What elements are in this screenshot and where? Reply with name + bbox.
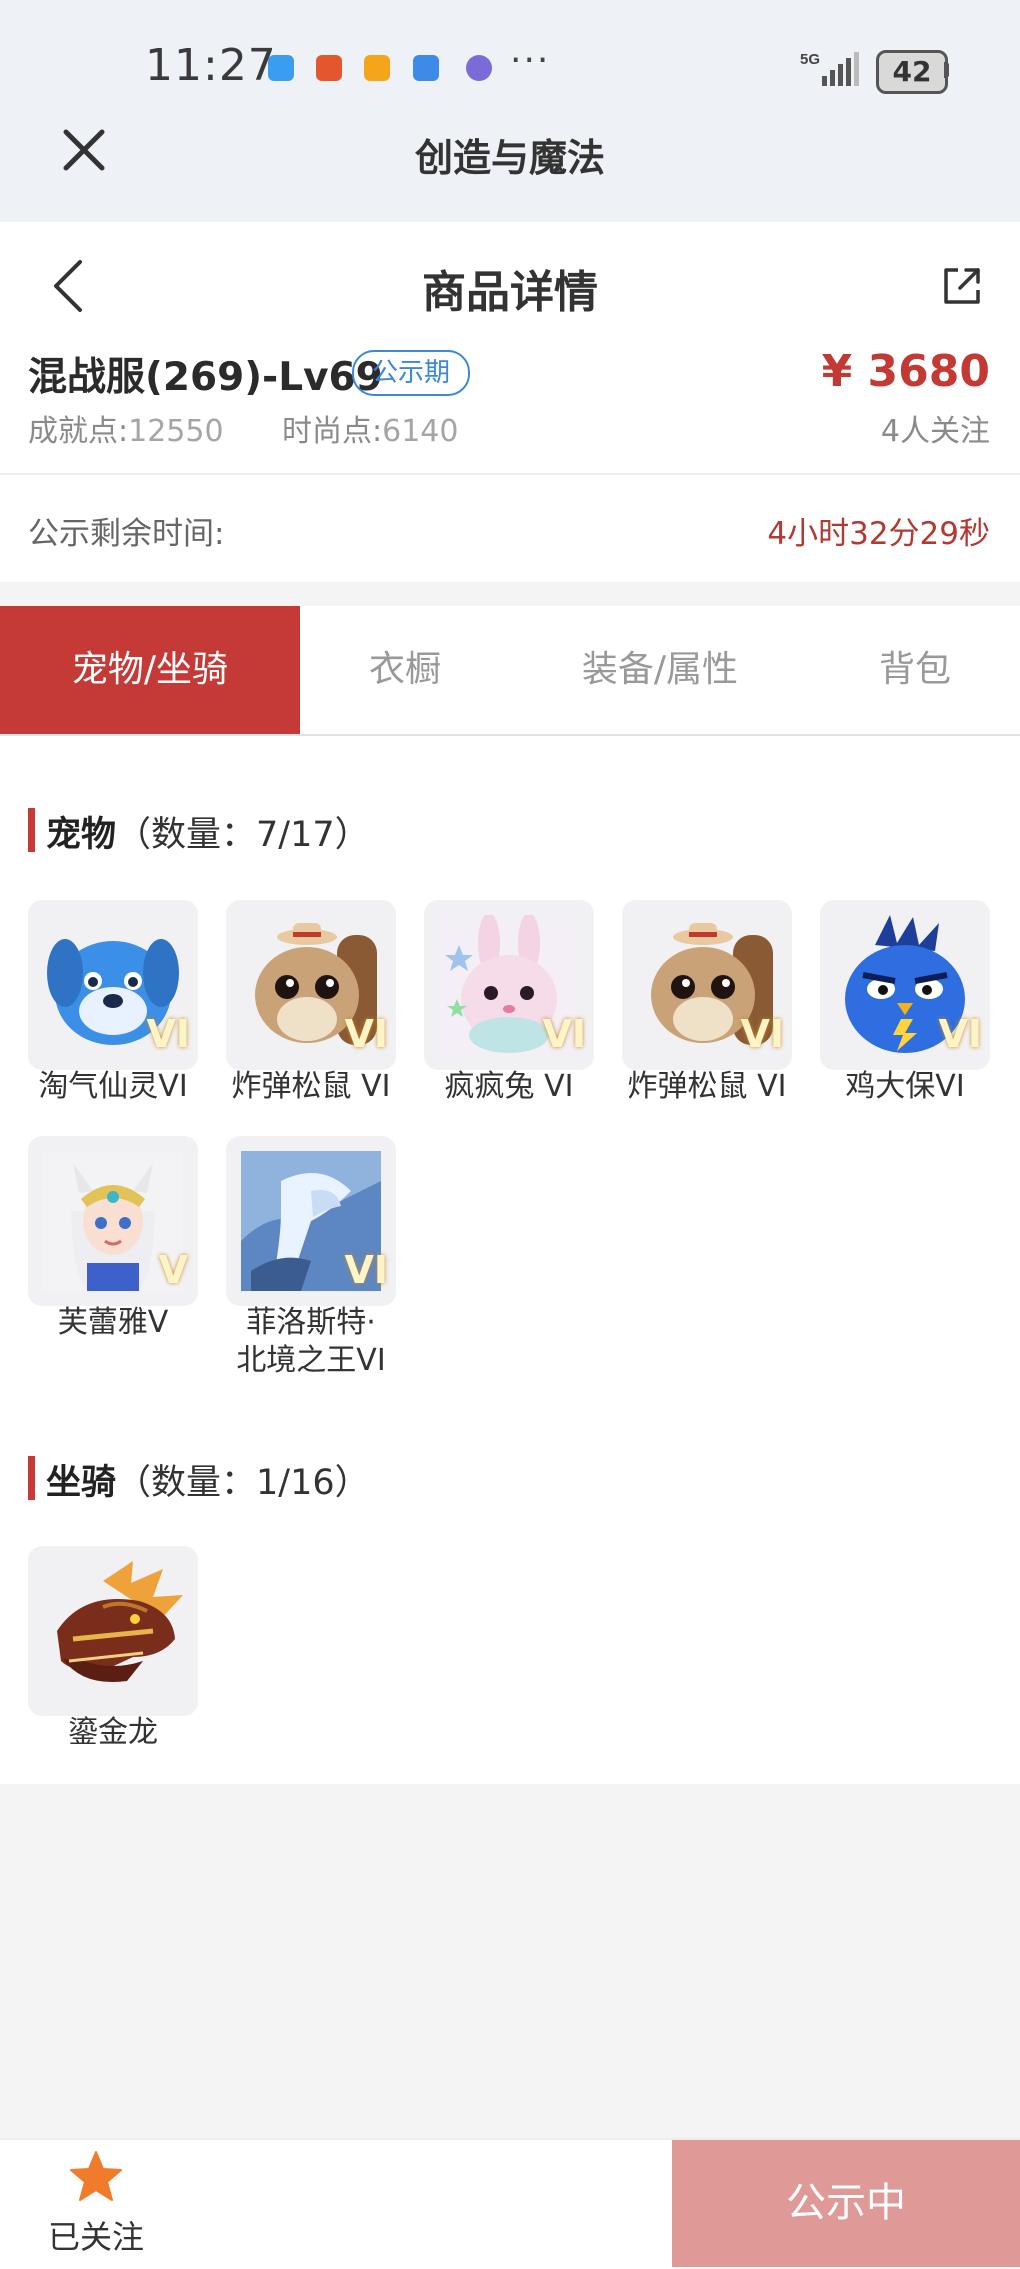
remaining-time-label: 公示剩余时间: <box>28 516 225 552</box>
share-icon[interactable] <box>940 264 984 308</box>
notification-app-icon <box>466 55 492 81</box>
pets-section-title: 宠物（数量：7/17） <box>46 806 370 857</box>
tab-bar: 宠物/坐骑 衣橱 装备/属性 背包 <box>0 606 1020 736</box>
mounts-count: （数量：1/16） <box>116 1463 370 1503</box>
status-badge: 公示期 <box>352 350 471 396</box>
tab-backpack[interactable]: 背包 <box>810 606 1020 734</box>
pets-count: （数量：7/17） <box>116 815 370 855</box>
achievement-points: 成就点:12550 <box>28 406 224 450</box>
rank-badge: VI <box>146 1012 190 1056</box>
rank-badge: VI <box>344 1012 388 1056</box>
pet-name: 菲洛斯特· 北境之王VI <box>236 1305 386 1378</box>
pet-name: 炸弹松鼠 VI <box>231 1069 391 1104</box>
signal-icon: 5G <box>800 51 859 86</box>
follow-label[interactable]: 已关注 <box>48 2212 144 2258</box>
pet-tile[interactable]: VI <box>424 900 594 1070</box>
section-marker <box>28 1456 35 1500</box>
notification-app-icon <box>413 55 439 81</box>
golden-dragon-mount-icon <box>57 1561 183 1683</box>
achievement-label: 成就点: <box>28 414 129 449</box>
item-title: 混战服(269)-Lv69 <box>28 355 383 400</box>
pet-name: 淘气仙灵VI <box>38 1069 188 1104</box>
pets-title: 宠物 <box>46 815 117 855</box>
fashion-label: 时尚点: <box>282 414 383 449</box>
section-marker <box>28 808 35 852</box>
fashion-points: 时尚点:6140 <box>282 406 458 450</box>
rank-badge: VI <box>740 1012 784 1056</box>
page-title: 商品详情 <box>422 267 598 318</box>
notification-app-icon <box>316 55 342 81</box>
publicity-status-button[interactable]: 公示中 <box>672 2140 1020 2267</box>
mount-name: 鎏金龙 <box>68 1715 158 1750</box>
mount-tile[interactable] <box>28 1546 198 1716</box>
battery-icon: 42 <box>876 50 948 94</box>
achievement-value: 12550 <box>128 414 224 449</box>
tab-wardrobe[interactable]: 衣橱 <box>300 606 510 734</box>
pet-tile[interactable]: VI <box>28 900 198 1070</box>
svg-text:5G: 5G <box>800 51 820 68</box>
star-icon[interactable] <box>68 2150 124 2204</box>
status-time: 11:27 <box>145 40 277 91</box>
follower-count: 4人关注 <box>880 414 990 449</box>
fashion-value: 6140 <box>382 414 459 449</box>
rank-badge: V <box>158 1248 188 1292</box>
mounts-section-title: 坐骑（数量：1/16） <box>46 1454 370 1505</box>
mounts-title: 坐骑 <box>46 1463 117 1503</box>
pet-name: 疯疯兔 VI <box>444 1069 574 1104</box>
more-notifications-icon: ··· <box>510 40 551 81</box>
pet-tile[interactable]: V <box>28 1136 198 1306</box>
tab-pets-mounts[interactable]: 宠物/坐骑 <box>0 606 300 734</box>
remaining-time-value: 4小时32分29秒 <box>767 516 990 552</box>
pet-name: 炸弹松鼠 VI <box>627 1069 787 1104</box>
app-title: 创造与魔法 <box>414 136 605 180</box>
pet-tile[interactable]: VI <box>226 1136 396 1306</box>
price: ¥ 3680 <box>821 346 990 397</box>
rank-badge: VI <box>542 1012 586 1056</box>
divider <box>0 473 1020 475</box>
pet-tile[interactable]: VI <box>820 900 990 1070</box>
notification-app-icon <box>268 55 294 81</box>
pet-tile[interactable]: VI <box>226 900 396 1070</box>
tab-equipment[interactable]: 装备/属性 <box>510 606 810 734</box>
pet-tile[interactable]: VI <box>622 900 792 1070</box>
battery-tip <box>944 62 949 78</box>
notification-app-icon <box>364 55 390 81</box>
rank-badge: VI <box>938 1012 982 1056</box>
rank-badge: VI <box>344 1248 388 1292</box>
pet-name: 芙蕾雅V <box>57 1305 169 1340</box>
pet-name: 鸡大保VI <box>845 1069 965 1104</box>
